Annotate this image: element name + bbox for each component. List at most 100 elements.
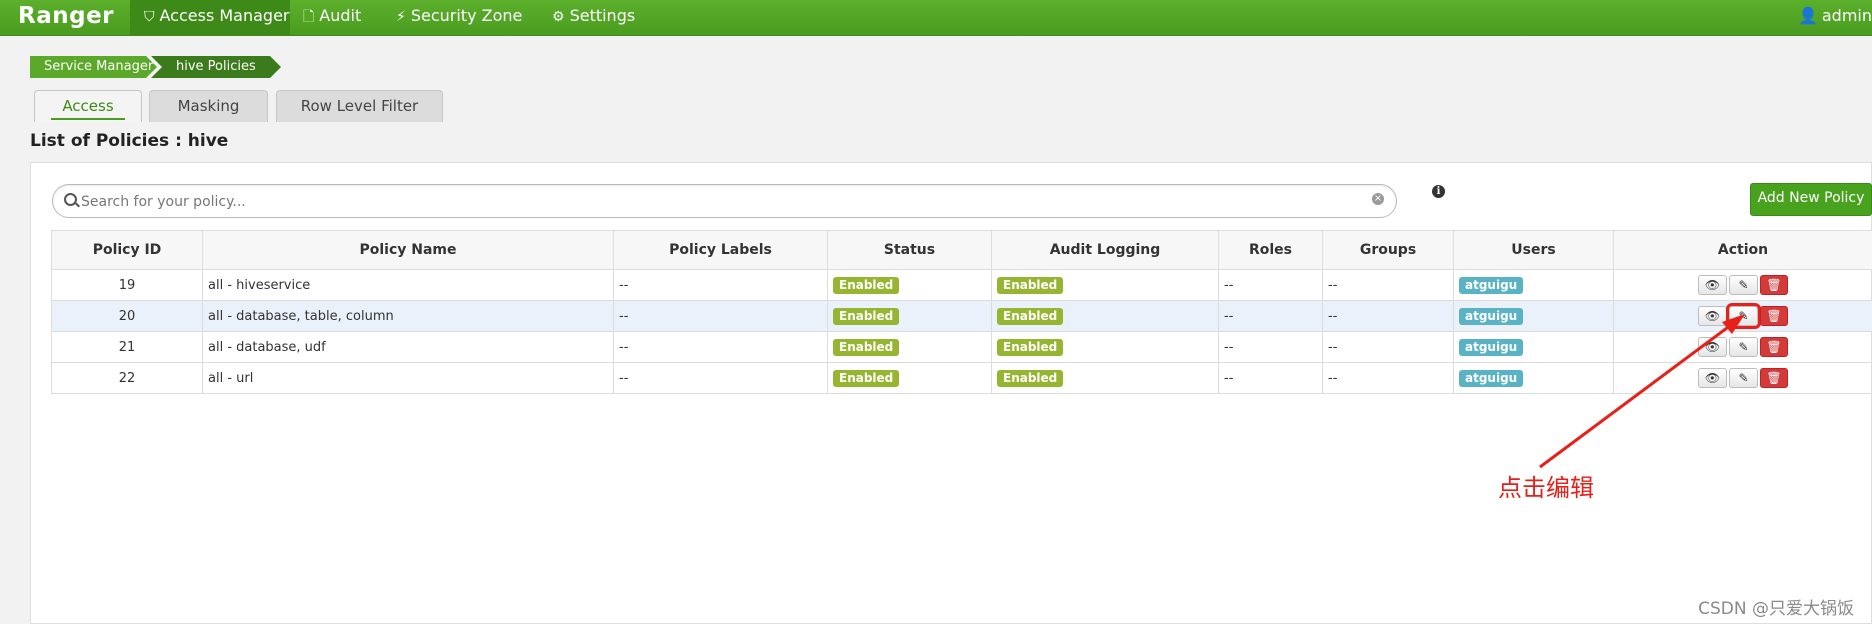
policy-labels: --: [613, 300, 828, 332]
user-menu[interactable]: 👤 admin: [1798, 0, 1872, 33]
tab-label: Masking: [177, 97, 240, 115]
users-cell: atguigu: [1453, 331, 1614, 363]
eye-icon: 👁: [1704, 340, 1721, 354]
delete-button[interactable]: 🗑: [1760, 337, 1788, 357]
col-header-status: Status: [827, 230, 992, 270]
groups-cell: --: [1322, 331, 1454, 363]
user-name: admin: [1821, 6, 1872, 25]
user-badge: atguigu: [1459, 307, 1524, 325]
nav-label: Security Zone: [410, 6, 523, 25]
eye-icon: 👁: [1704, 278, 1721, 292]
breadcrumb-hive-policies[interactable]: hive Policies: [151, 56, 281, 78]
breadcrumb-service-manager[interactable]: Service Manager: [30, 56, 157, 78]
delete-button[interactable]: 🗑: [1760, 306, 1788, 326]
policy-id-link[interactable]: 21: [51, 331, 203, 363]
audit-cell: Enabled: [991, 331, 1219, 363]
eye-icon: 👁: [1704, 371, 1721, 385]
watermark: CSDN @只爱大锅饭: [1698, 599, 1854, 619]
info-icon[interactable]: i: [1432, 185, 1445, 198]
col-header-roles: Roles: [1218, 230, 1323, 270]
view-button[interactable]: 👁: [1698, 368, 1727, 388]
search-input[interactable]: [79, 189, 1353, 215]
users-cell: atguigu: [1453, 300, 1614, 332]
edit-icon: ✎: [1738, 371, 1749, 385]
delete-button[interactable]: 🗑: [1760, 275, 1788, 295]
policy-id-link[interactable]: 19: [51, 269, 203, 301]
audit-cell: Enabled: [991, 362, 1219, 394]
shield-icon: ⛉: [144, 9, 155, 25]
table-row: 19 all - hiveservice -- Enabled Enabled …: [51, 269, 1872, 301]
view-button[interactable]: 👁: [1698, 306, 1727, 326]
status-cell: Enabled: [827, 362, 992, 394]
policy-name: all - hiveservice: [202, 269, 614, 301]
nav-access-manager[interactable]: ⛉ Access Manager: [130, 0, 290, 35]
lightning-icon: ⚡: [396, 9, 406, 25]
edit-button[interactable]: ✎: [1726, 303, 1761, 329]
search-box[interactable]: ×: [52, 184, 1397, 218]
delete-button[interactable]: 🗑: [1760, 368, 1788, 388]
trash-icon: 🗑: [1766, 371, 1782, 385]
clear-search-icon[interactable]: ×: [1372, 193, 1384, 205]
edit-button[interactable]: ✎: [1729, 337, 1758, 357]
col-header-users: Users: [1453, 230, 1614, 270]
user-badge: atguigu: [1459, 369, 1524, 387]
nav-label: Access Manager: [159, 6, 290, 25]
policy-id-link[interactable]: 22: [51, 362, 203, 394]
nav-settings[interactable]: ⚙ Settings: [552, 0, 635, 35]
tab-masking[interactable]: Masking: [149, 90, 268, 122]
policy-labels: --: [613, 331, 828, 363]
edit-button[interactable]: ✎: [1729, 275, 1758, 295]
tab-row-level-filter[interactable]: Row Level Filter: [276, 90, 443, 122]
policy-labels: --: [613, 362, 828, 394]
page-title: List of Policies : hive: [30, 131, 229, 151]
action-cell: 👁 ✎ 🗑: [1613, 331, 1872, 363]
users-cell: atguigu: [1453, 362, 1614, 394]
audit-badge: Enabled: [997, 338, 1064, 356]
tab-access[interactable]: Access: [34, 90, 142, 122]
user-badge: atguigu: [1459, 276, 1524, 294]
col-header-policy-name[interactable]: Policy Name: [202, 230, 614, 270]
col-header-policy-id[interactable]: Policy ID: [51, 230, 203, 270]
table-row: 22 all - url -- Enabled Enabled -- -- at…: [51, 362, 1872, 394]
view-button[interactable]: 👁: [1698, 337, 1727, 357]
groups-cell: --: [1322, 269, 1454, 301]
col-header-groups: Groups: [1322, 230, 1454, 270]
edit-icon: ✎: [1738, 278, 1749, 292]
add-new-policy-button[interactable]: Add New Policy: [1750, 183, 1872, 216]
active-tab-underline: [51, 118, 125, 120]
users-cell: atguigu: [1453, 269, 1614, 301]
edit-icon: ✎: [1738, 340, 1749, 354]
policy-id-link[interactable]: 20: [51, 300, 203, 332]
view-button[interactable]: 👁: [1698, 275, 1727, 295]
table-row: 21 all - database, udf -- Enabled Enable…: [51, 331, 1872, 363]
action-cell: 👁 ✎ 🗑: [1613, 269, 1872, 301]
col-header-action: Action: [1613, 230, 1872, 270]
status-cell: Enabled: [827, 300, 992, 332]
edit-icon: ✎: [1738, 309, 1749, 323]
policy-labels: --: [613, 269, 828, 301]
policy-name: all - database, udf: [202, 331, 614, 363]
roles-cell: --: [1218, 362, 1323, 394]
policy-table: Policy ID Policy Name Policy Labels Stat…: [51, 230, 1872, 394]
status-badge: Enabled: [833, 307, 900, 325]
groups-cell: --: [1322, 362, 1454, 394]
roles-cell: --: [1218, 331, 1323, 363]
table-row: 20 all - database, table, column -- Enab…: [51, 300, 1872, 332]
audit-badge: Enabled: [997, 276, 1064, 294]
roles-cell: --: [1218, 269, 1323, 301]
nav-audit[interactable]: 🗋 Audit: [303, 0, 361, 35]
edit-button[interactable]: ✎: [1729, 368, 1758, 388]
col-header-audit-logging: Audit Logging: [991, 230, 1219, 270]
action-cell: 👁 ✎ 🗑: [1613, 300, 1872, 332]
action-cell: 👁 ✎ 🗑: [1613, 362, 1872, 394]
annotation-text: 点击编辑: [1498, 474, 1594, 502]
audit-cell: Enabled: [991, 300, 1219, 332]
nav-security-zone[interactable]: ⚡ Security Zone: [396, 0, 522, 35]
status-badge: Enabled: [833, 369, 900, 387]
trash-icon: 🗑: [1766, 278, 1782, 292]
brand-logo[interactable]: Ranger: [18, 0, 114, 33]
policy-name: all - database, table, column: [202, 300, 614, 332]
status-cell: Enabled: [827, 269, 992, 301]
gear-icon: ⚙: [552, 9, 565, 25]
user-badge: atguigu: [1459, 338, 1524, 356]
